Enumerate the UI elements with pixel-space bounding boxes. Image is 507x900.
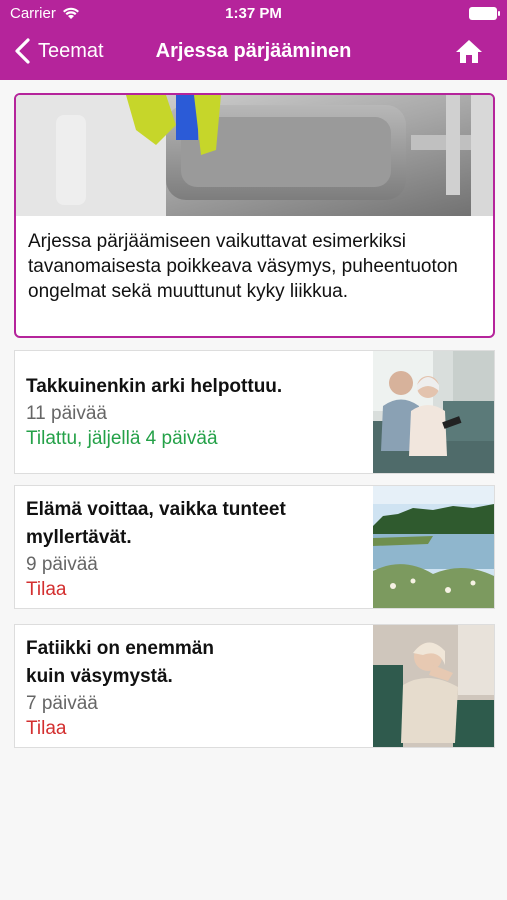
course-status: Tilattu, jäljellä 4 päivää — [26, 428, 218, 449]
intro-text: Arjessa pärjäämiseen vaikuttavat esimerk… — [28, 231, 458, 302]
course-info: Takkuinenkin arki helpottuu. 11 päivää T… — [26, 373, 366, 451]
order-link[interactable]: Tilaa — [26, 716, 366, 741]
course-title-line-1: Fatiikki on enemmän — [26, 638, 214, 659]
home-icon[interactable] — [455, 38, 483, 64]
course-duration: 11 päivää — [26, 403, 107, 424]
page-title: Arjessa pärjääminen — [155, 40, 352, 62]
course-card[interactable]: Elämä voittaa, vaikka tunteet myllertävä… — [14, 485, 495, 609]
order-link[interactable]: Tilaa — [26, 577, 366, 602]
status-time: 1:37 PM — [225, 5, 282, 22]
course-title: Takkuinenkin arki helpottuu. — [26, 376, 283, 397]
course-title-line-2: myllertävät. — [26, 527, 132, 548]
course-thumbnail-lake — [373, 486, 494, 608]
course-info: Elämä voittaa, vaikka tunteet myllertävä… — [26, 496, 366, 602]
course-thumbnail-couple — [373, 351, 494, 473]
battery-icon — [469, 7, 500, 20]
course-card[interactable]: Fatiikki on enemmän kuin väsymystä. 7 pä… — [14, 624, 495, 748]
course-info: Fatiikki on enemmän kuin väsymystä. 7 pä… — [26, 635, 366, 741]
course-thumbnail-tired-woman — [373, 625, 494, 747]
status-bar: Carrier 1:37 PM — [0, 0, 507, 28]
course-duration: 9 päivää — [26, 554, 98, 575]
course-title-line-1: Elämä voittaa, vaikka tunteet — [26, 499, 286, 520]
header-bar: Carrier 1:37 PM Teemat Arjessa pärjäämin… — [0, 0, 507, 80]
intro-card: Arjessa pärjäämiseen vaikuttavat esimerk… — [14, 93, 495, 338]
course-duration: 7 päivää — [26, 693, 98, 714]
navigation-bar: Teemat Arjessa pärjääminen — [0, 30, 507, 76]
course-card[interactable]: Takkuinenkin arki helpottuu. 11 päivää T… — [14, 350, 495, 474]
course-title-line-2: kuin väsymystä. — [26, 666, 173, 687]
sink-image — [16, 95, 493, 216]
